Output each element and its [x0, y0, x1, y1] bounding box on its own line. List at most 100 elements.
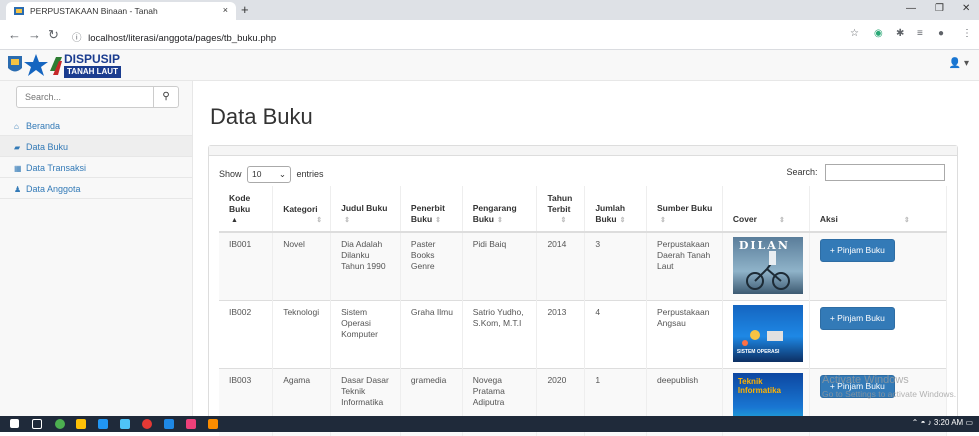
store-icon[interactable]	[98, 419, 108, 429]
table-row: IB002 Teknologi Sistem Operasi Komputer …	[219, 301, 947, 369]
sort-asc-icon: ▲	[231, 215, 266, 226]
entries-select[interactable]: 10 ⌄	[247, 166, 291, 183]
word-icon[interactable]	[164, 419, 174, 429]
mail-icon[interactable]	[120, 419, 130, 429]
close-window-icon[interactable]: ✕	[962, 3, 970, 14]
sidebar-item-beranda[interactable]: ⌂Beranda	[0, 115, 192, 136]
app-header: DISPUSIP TANAH LAUT 👤 ▾	[0, 50, 979, 81]
watermark-subtitle: Go to Settings to activate Windows.	[822, 387, 956, 401]
back-icon[interactable]: ←	[8, 27, 21, 42]
browser-tab-strip: PERPUSTAKAAN Binaan - Tanah × + — ❐ ✕	[0, 0, 979, 20]
home-icon: ⌂	[14, 122, 24, 131]
pinjam-buku-button[interactable]: + Pinjam Buku	[820, 239, 895, 262]
entries-select-value: 10	[252, 169, 261, 179]
bookmark-star-icon[interactable]: ☆	[850, 28, 859, 39]
sidebar-item-label: Data Buku	[26, 142, 68, 152]
xampp-icon[interactable]	[208, 419, 218, 429]
sort-icon: ⇕	[497, 215, 503, 226]
cell-cover: SISTEM OPERASI	[722, 301, 809, 369]
restore-icon[interactable]: ❐	[935, 3, 944, 14]
cell-judul: Sistem Operasi Komputer	[331, 301, 401, 369]
cell-kategori: Novel	[273, 232, 331, 301]
chrome-taskbar-icon[interactable]	[55, 419, 65, 429]
pinjam-buku-button[interactable]: + Pinjam Buku	[820, 307, 895, 330]
cell-kategori: Teknologi	[273, 301, 331, 369]
sort-icon: ⇕	[904, 215, 910, 226]
column-header-aksi[interactable]: Aksi⇕	[809, 186, 946, 232]
site-favicon-icon	[14, 6, 24, 16]
table-header-row: Kode Buku▲ Kategori⇕ Judul Buku⇕ Penerbi…	[219, 186, 947, 232]
cell-aksi: + Pinjam Buku	[809, 301, 946, 369]
column-header-cover[interactable]: Cover⇕	[722, 186, 809, 232]
file-explorer-icon[interactable]	[76, 419, 86, 429]
minimize-icon[interactable]: —	[906, 3, 916, 14]
column-header-kategori[interactable]: Kategori⇕	[273, 186, 331, 232]
sidebar-item-data-anggota[interactable]: ♟Data Anggota	[0, 178, 192, 199]
sort-icon: ⇕	[435, 215, 441, 226]
forward-icon[interactable]: →	[28, 27, 41, 42]
sidebar-item-label: Data Anggota	[26, 184, 81, 194]
search-button[interactable]: ⚲	[153, 87, 178, 107]
sidebar-item-data-buku[interactable]: ▰Data Buku	[0, 136, 192, 157]
extension-icon[interactable]: ◉	[874, 28, 883, 39]
column-header-pengarang[interactable]: Pengarang Buku⇕	[462, 186, 537, 232]
logo-title: DISPUSIP	[64, 52, 120, 66]
table-search-control: Search:	[786, 164, 945, 181]
book-icon: ▰	[14, 143, 24, 152]
extension-puzzle-icon[interactable]: ✱	[896, 28, 904, 39]
cover-title: Teknik Informatika	[738, 377, 800, 395]
url-text: localhost/literasi/anggota/pages/tb_buku…	[88, 33, 276, 44]
user-icon: ♟	[14, 185, 24, 194]
sidebar-search-input[interactable]	[17, 87, 155, 107]
column-header-jumlah[interactable]: Jumlah Buku⇕	[585, 186, 647, 232]
cell-tahun: 2013	[537, 301, 585, 369]
sidebar-item-data-transaksi[interactable]: ▦Data Transaksi	[0, 157, 192, 178]
panel-heading	[209, 146, 957, 156]
table-search-input[interactable]	[825, 164, 945, 181]
cell-pengarang: Pidi Baiq	[462, 232, 537, 301]
app-icon[interactable]	[186, 419, 196, 429]
column-header-judul[interactable]: Judul Buku⇕	[331, 186, 401, 232]
table-search-label: Search:	[786, 167, 817, 177]
activate-windows-watermark: Activate Windows Go to Settings to activ…	[822, 373, 956, 401]
profile-avatar-icon[interactable]: ●	[938, 28, 944, 39]
entries-length-control: Show 10 ⌄ entries	[219, 166, 324, 183]
opera-icon[interactable]	[142, 419, 152, 429]
site-info-icon[interactable]: ⓘ	[72, 33, 82, 44]
column-header-kode[interactable]: Kode Buku▲	[219, 186, 273, 232]
browser-menu-icon[interactable]: ⋮	[962, 28, 972, 39]
user-menu-toggle[interactable]: 👤 ▾	[949, 58, 969, 69]
page-title: Data Buku	[210, 104, 313, 130]
sort-icon: ⇕	[660, 215, 666, 226]
column-header-penerbit[interactable]: Penerbit Buku⇕	[400, 186, 462, 232]
url-field[interactable]: ⓘ localhost/literasi/anggota/pages/tb_bu…	[72, 25, 852, 45]
cell-jumlah: 3	[585, 232, 647, 301]
sort-icon: ⇕	[344, 215, 350, 226]
cell-tahun: 2014	[537, 232, 585, 301]
reading-list-icon[interactable]: ≡	[917, 28, 923, 39]
chevron-down-icon: ▾	[964, 58, 969, 69]
tab-close-button[interactable]: ×	[223, 5, 228, 15]
brand-logo[interactable]: DISPUSIP TANAH LAUT	[6, 53, 176, 78]
windows-start-icon[interactable]	[10, 419, 19, 428]
book-cover-image: SISTEM OPERASI	[733, 305, 803, 362]
sidebar-item-label: Data Transaksi	[26, 163, 86, 173]
chevron-down-icon: ⌄	[279, 169, 286, 180]
search-icon: ⚲	[162, 91, 169, 102]
column-header-tahun[interactable]: Tahun Terbit⇕	[537, 186, 585, 232]
new-tab-button[interactable]: +	[241, 2, 249, 17]
reload-icon[interactable]: ↻	[48, 27, 59, 43]
browser-tab[interactable]: PERPUSTAKAAN Binaan - Tanah ×	[6, 2, 236, 20]
sidebar-search: ⚲	[16, 86, 179, 108]
address-bar: ← → ↻ ⓘ localhost/literasi/anggota/pages…	[0, 20, 979, 50]
show-label: Show	[219, 169, 242, 179]
cell-pengarang: Satrio Yudho, S.Kom, M.T.I	[462, 301, 537, 369]
task-view-icon[interactable]	[32, 419, 42, 429]
column-header-sumber[interactable]: Sumber Buku⇕	[647, 186, 723, 232]
system-tray[interactable]: ⌃ ◓ ♪ 3:20 AM ▭	[912, 418, 973, 427]
cell-sumber: Perpustakaan Angsau	[647, 301, 723, 369]
sidebar-item-label: Beranda	[26, 121, 60, 131]
cell-judul: Dia Adalah Dilanku Tahun 1990	[331, 232, 401, 301]
sort-icon: ⇕	[779, 215, 785, 226]
cell-jumlah: 4	[585, 301, 647, 369]
